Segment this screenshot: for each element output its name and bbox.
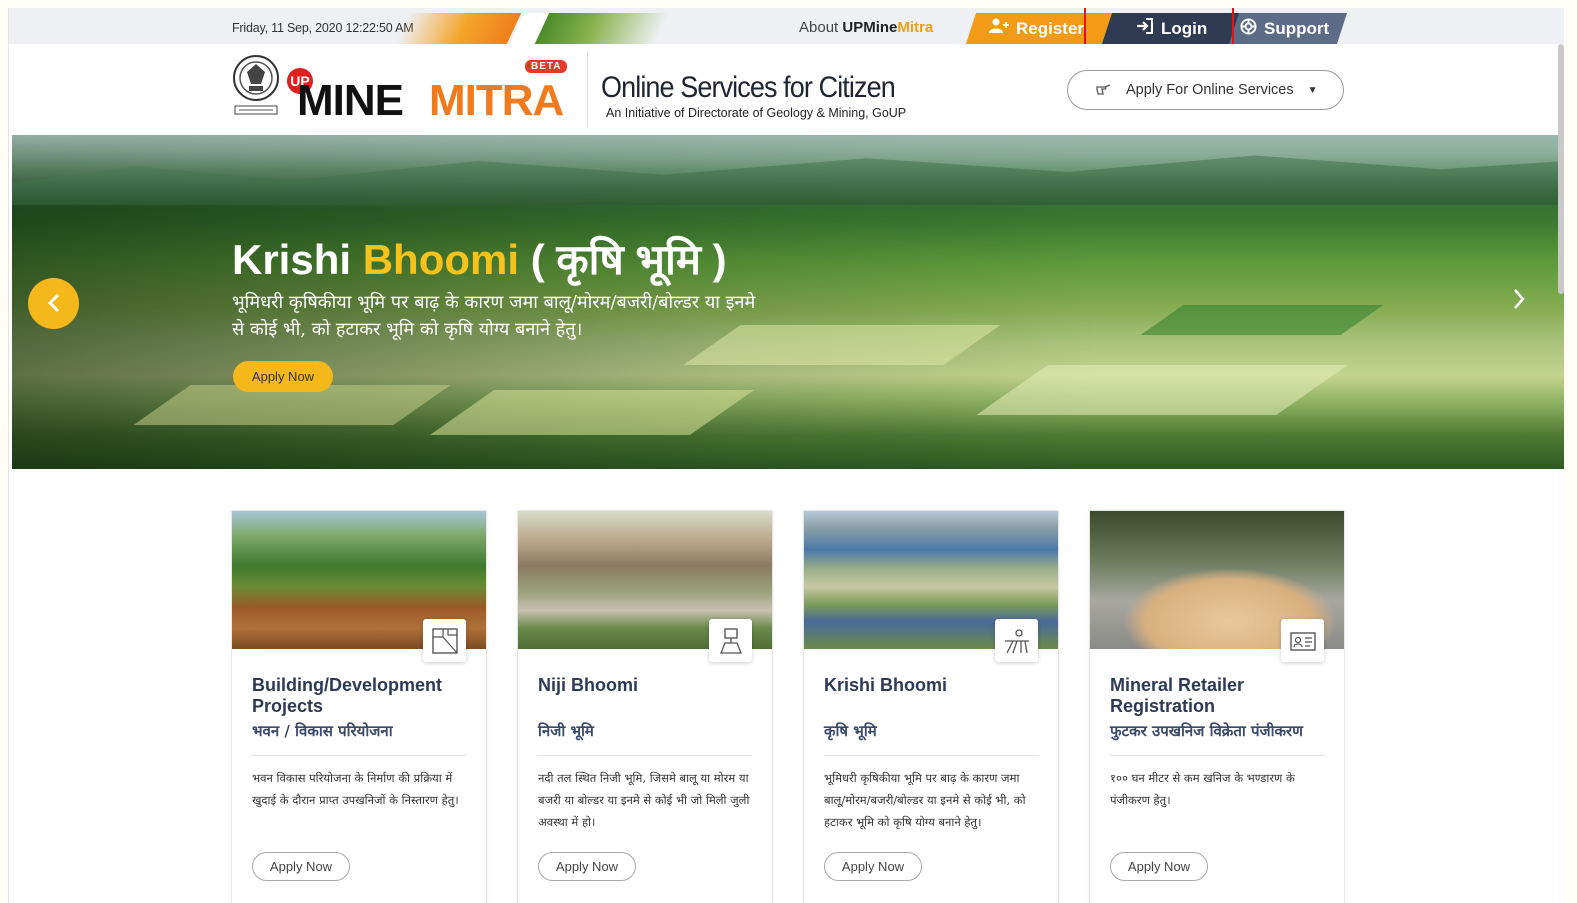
add-user-icon (989, 18, 1009, 39)
card-title: Niji Bhoomi (538, 675, 638, 695)
decor-stripe-green (534, 13, 670, 44)
id-card-icon (1281, 619, 1324, 662)
card-description: नदी तल स्थित निजी भूमि, जिसमे बालू या मो… (538, 771, 750, 829)
card-title: Krishi Bhoomi (824, 675, 948, 695)
about-link[interactable]: About UPMineMitra (799, 19, 933, 36)
site-subtitle: An Initiative of Directorate of Geology … (606, 106, 907, 120)
carousel-prev-button[interactable] (28, 278, 79, 329)
logo-mitra-text: MITRA (429, 76, 564, 125)
card-hindi-title: निजी भूमि (538, 722, 594, 740)
lifebuoy-icon (1240, 18, 1257, 40)
page-scrollbar[interactable] (1558, 44, 1564, 294)
card-divider (824, 755, 1038, 756)
up-state-emblem-logo (231, 54, 281, 120)
service-card-building: Building/Development Projects भवन / विका… (231, 510, 487, 903)
hand-pointer-icon (1096, 81, 1112, 99)
hero-hills-decor (12, 155, 1564, 205)
land-survey-icon (709, 619, 752, 662)
blueprint-icon (423, 619, 466, 662)
card-hindi-title: फुटकर उपखनिज विक्रेता पंजीकरण (1110, 722, 1304, 740)
card-divider (1110, 755, 1324, 756)
card-hindi-title: भवन / विकास परियोजना (252, 722, 393, 740)
card-apply-now-button[interactable]: Apply Now (1110, 852, 1208, 881)
card-apply-now-button[interactable]: Apply Now (538, 852, 636, 881)
field-decor (1140, 305, 1384, 335)
card-apply-now-button[interactable]: Apply Now (252, 852, 350, 881)
header-divider (587, 52, 588, 127)
hero-apply-now-button[interactable]: Apply Now (233, 361, 333, 392)
service-card-krishi-bhoomi: Krishi Bhoomi कृषि भूमि भूमिधरी कृषिकीया… (803, 510, 1059, 903)
current-datetime: Friday, 11 Sep, 2020 12:22:50 AM (232, 21, 414, 35)
farm-field-icon (995, 619, 1038, 662)
hero-carousel: Krishi Bhoomi ( कृषि भूमि ) भूमिधरी कृषि… (12, 135, 1564, 469)
site-title: Online Services for Citizen (601, 71, 896, 104)
field-decor (429, 390, 755, 435)
card-description: १०० घन मीटर से कम खनिज के भण्डारण के पंज… (1110, 771, 1295, 807)
register-label: Register (1016, 18, 1085, 38)
apply-online-label: Apply For Online Services (1126, 82, 1294, 98)
card-hindi-title: कृषि भूमि (824, 722, 877, 740)
hero-title: Krishi Bhoomi ( कृषि भूमि ) (232, 236, 727, 283)
support-label: Support (1264, 19, 1330, 38)
apply-online-services-dropdown[interactable]: Apply For Online Services ▼ (1067, 70, 1344, 110)
hero-description: भूमिधरी कृषिकीया भूमि पर बाढ़ के कारण जम… (232, 292, 756, 340)
top-bar: Friday, 11 Sep, 2020 12:22:50 AM About U… (9, 8, 1564, 50)
logo-mine-text: MINE (297, 76, 404, 125)
caret-down-icon: ▼ (1307, 84, 1318, 96)
chevron-left-icon (47, 289, 61, 319)
chevron-right-icon (1512, 285, 1526, 316)
beta-badge: BETA (525, 60, 568, 73)
card-divider (252, 755, 466, 756)
card-description: भवन विकास परियोजना के निर्माण की प्रक्रि… (252, 771, 459, 807)
service-card-mineral-retailer: Mineral Retailer Registration फुटकर उपखन… (1089, 510, 1345, 903)
card-apply-now-button[interactable]: Apply Now (824, 852, 922, 881)
decor-stripe-orange (394, 13, 522, 44)
register-button[interactable]: Register (989, 18, 1084, 39)
card-title: Mineral Retailer Registration (1110, 675, 1245, 716)
field-decor (976, 365, 1348, 415)
card-description: भूमिधरी कृषिकीया भूमि पर बाढ़ के कारण जम… (824, 771, 1026, 829)
browser-viewport: Friday, 11 Sep, 2020 12:22:50 AM About U… (8, 8, 1564, 903)
card-title: Building/Development Projects (252, 675, 443, 716)
support-button[interactable]: Support (1240, 18, 1329, 40)
card-divider (538, 755, 752, 756)
carousel-next-button[interactable] (1512, 285, 1526, 317)
service-card-niji-bhoomi: Niji Bhoomi निजी भूमि नदी तल स्थित निजी … (517, 510, 773, 903)
